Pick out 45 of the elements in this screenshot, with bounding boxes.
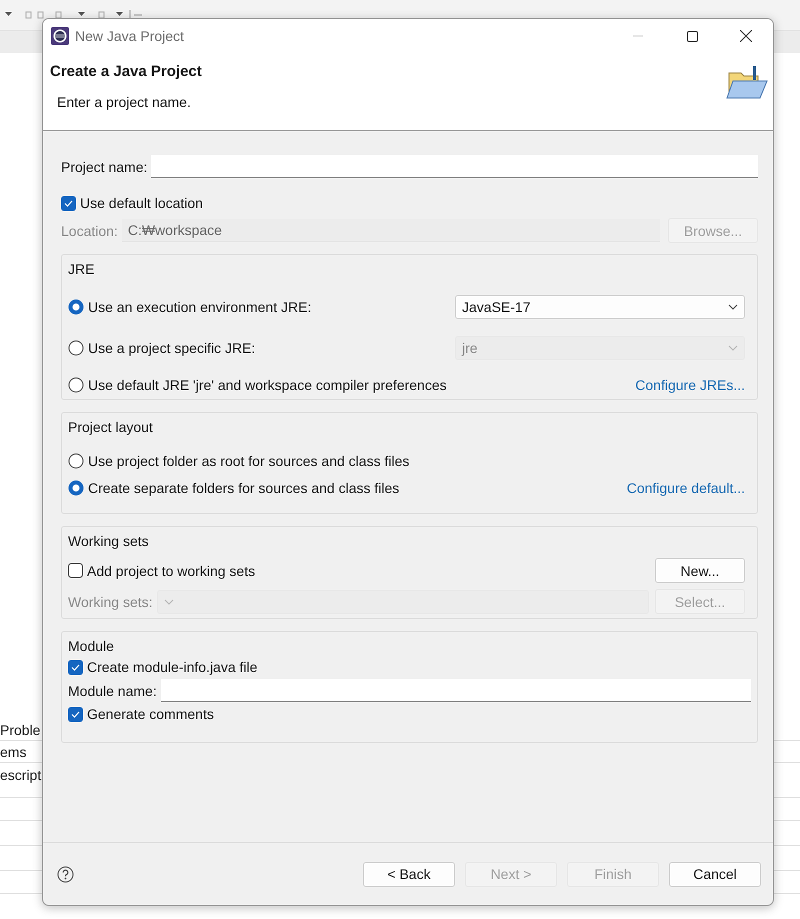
page-title: Create a Java Project xyxy=(50,63,203,80)
jre-dropdown[interactable]: JavaSE-17 xyxy=(455,295,745,319)
radio-button[interactable] xyxy=(68,453,84,469)
window-title: New Java Project xyxy=(75,28,185,44)
radio-label[interactable]: Use project folder as root for sources and class files xyxy=(88,453,410,469)
group-title: JRE xyxy=(68,261,94,277)
checkbox-label[interactable]: Generate comments xyxy=(87,706,214,722)
configure-link[interactable]: Configure default... xyxy=(626,480,745,496)
new-button[interactable]: New... xyxy=(655,558,745,583)
checkbox-label[interactable]: Use default location xyxy=(80,195,203,211)
radio-label[interactable]: Use an execution environment JRE: xyxy=(88,299,312,315)
field-label: Working sets: xyxy=(68,594,153,610)
eclipse-icon xyxy=(51,27,69,45)
radio-button[interactable] xyxy=(68,299,84,315)
checkbox-label[interactable]: Create module-info.java file xyxy=(87,659,258,675)
radio-label[interactable]: Use default JRE 'jre' and workspace compiler preferences xyxy=(88,377,447,393)
radio-button[interactable] xyxy=(68,377,84,393)
background-text: escript xyxy=(0,767,42,783)
chevron-down-icon xyxy=(728,345,738,351)
field-label: Project name: xyxy=(61,158,148,174)
background-text: ems xyxy=(0,744,26,760)
chevron-down-icon xyxy=(728,304,738,310)
field-label: Module name: xyxy=(68,682,157,698)
chevron-down-icon xyxy=(164,598,174,604)
project-name-field[interactable] xyxy=(151,155,758,178)
field-label: Location: xyxy=(61,222,118,238)
checkbox[interactable] xyxy=(61,196,76,210)
background-text: Proble xyxy=(0,722,40,738)
checkbox[interactable] xyxy=(68,660,83,674)
checkbox[interactable] xyxy=(68,706,83,722)
checkbox-label[interactable]: Add project to working sets xyxy=(87,562,256,578)
page-message: Enter a project name. xyxy=(57,94,192,110)
group-title: Module xyxy=(68,638,114,654)
help-icon[interactable] xyxy=(57,866,74,882)
group-title: Working sets xyxy=(68,533,149,549)
close-icon[interactable] xyxy=(740,30,752,42)
configure-link[interactable]: Configure JREs... xyxy=(635,377,745,393)
radio-label[interactable]: Create separate folders for sources and class files xyxy=(88,480,400,496)
checkbox[interactable] xyxy=(68,563,83,578)
radio-button[interactable] xyxy=(68,480,84,496)
dialog-button[interactable]: Cancel xyxy=(669,862,761,886)
maximize-icon[interactable] xyxy=(686,30,698,42)
group-title: Project layout xyxy=(68,419,153,435)
dialog-button[interactable]: < Back xyxy=(363,862,455,886)
module-name-field[interactable] xyxy=(160,679,751,702)
